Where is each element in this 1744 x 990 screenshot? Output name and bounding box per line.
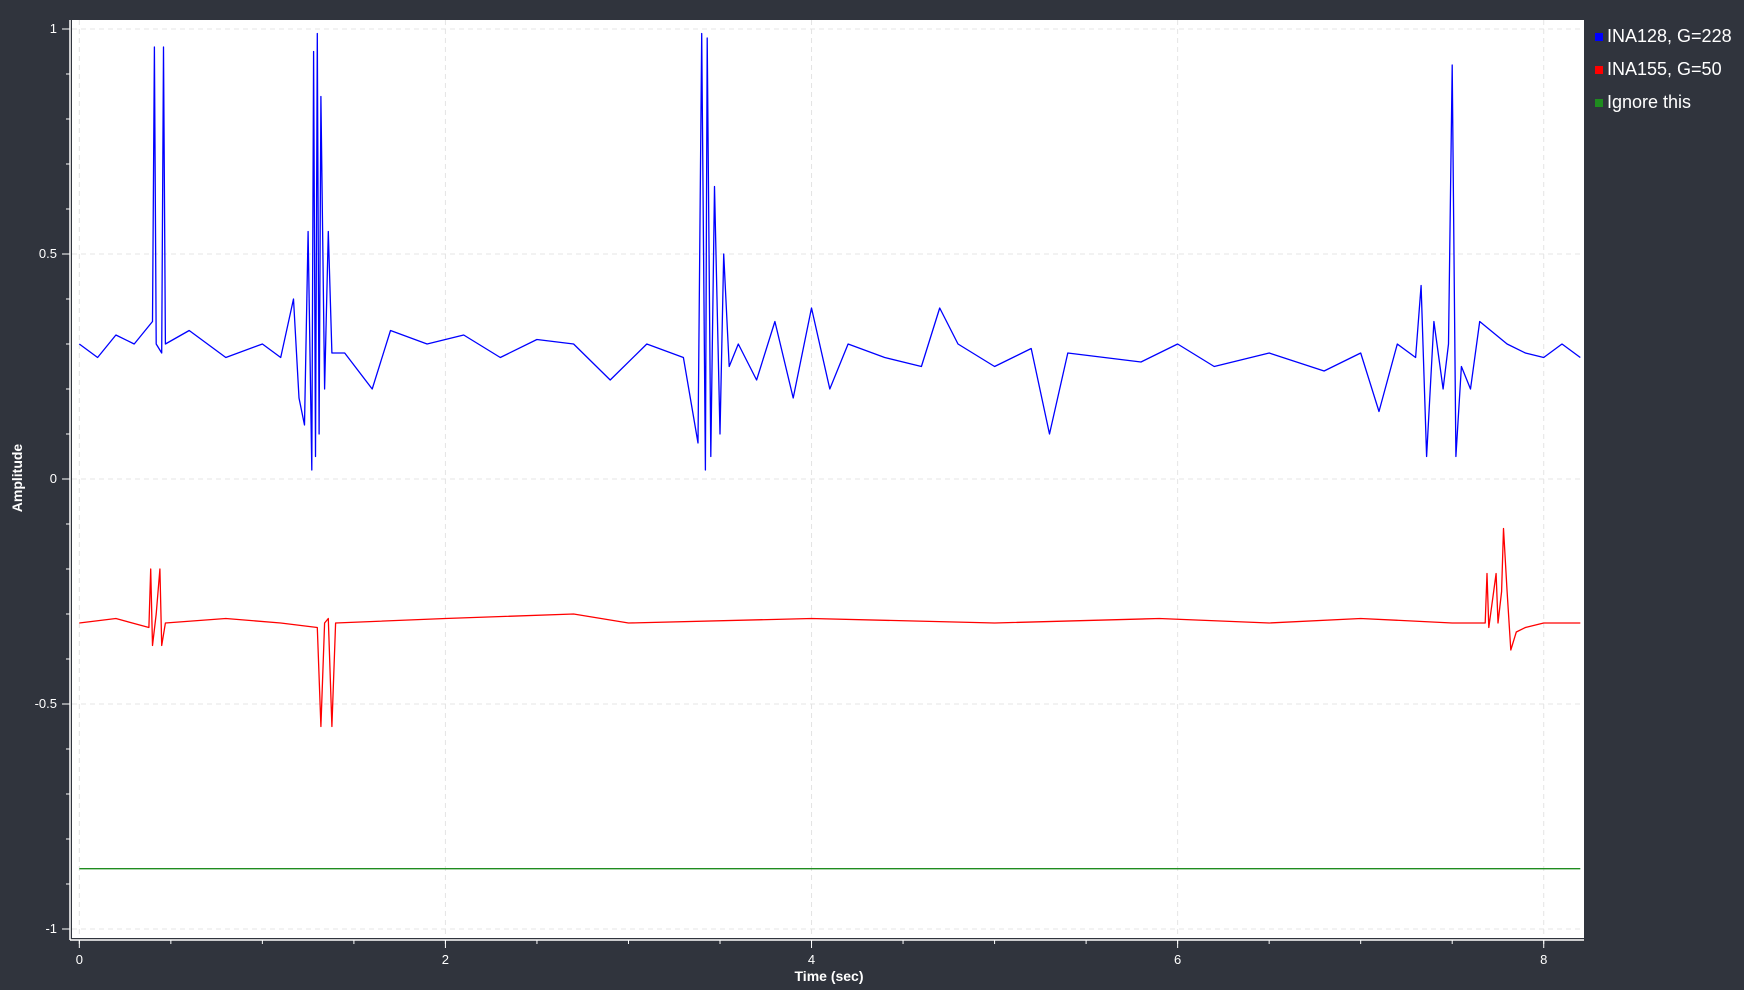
y-tick-label-2: 0 xyxy=(50,471,57,486)
legend-swatch-1 xyxy=(1595,65,1603,74)
legend-item-0[interactable]: INA128, G=228 xyxy=(1595,20,1732,53)
x-tick-label-4: 8 xyxy=(1540,952,1547,967)
legend-swatch-0 xyxy=(1595,32,1603,41)
x-axis-title: Time (sec) xyxy=(795,968,864,984)
legend-item-1[interactable]: INA155, G=50 xyxy=(1595,53,1732,86)
y-tick-label-1: 0.5 xyxy=(39,246,57,261)
y-tick-label-0: 1 xyxy=(50,21,57,36)
legend-label-1: INA155, G=50 xyxy=(1607,59,1722,79)
y-tick-label-4: -1 xyxy=(45,921,57,936)
legend-label-0: INA128, G=228 xyxy=(1607,26,1732,46)
x-tick-label-0: 0 xyxy=(76,952,83,967)
legend-swatch-2 xyxy=(1595,98,1603,107)
line-chart: Time (sec) Amplitude 0 2 4 6 8 1 0.5 0 -0.5 -1 xyxy=(9,20,1584,984)
legend-item-2[interactable]: Ignore this xyxy=(1595,86,1732,119)
x-tick-label-1: 2 xyxy=(442,952,449,967)
x-tick-label-3: 6 xyxy=(1174,952,1181,967)
chart-window: Time (sec) Amplitude 0 2 4 6 8 1 0.5 0 -0.5 -1 IN… xyxy=(0,0,1744,990)
y-axis-title: Amplitude xyxy=(9,444,25,513)
y-tick-label-3: -0.5 xyxy=(35,696,57,711)
legend-label-2: Ignore this xyxy=(1607,92,1692,112)
legend: INA128, G=228 INA155, G=50 Ignore this xyxy=(1595,20,1732,119)
x-tick-label-2: 4 xyxy=(808,952,815,967)
